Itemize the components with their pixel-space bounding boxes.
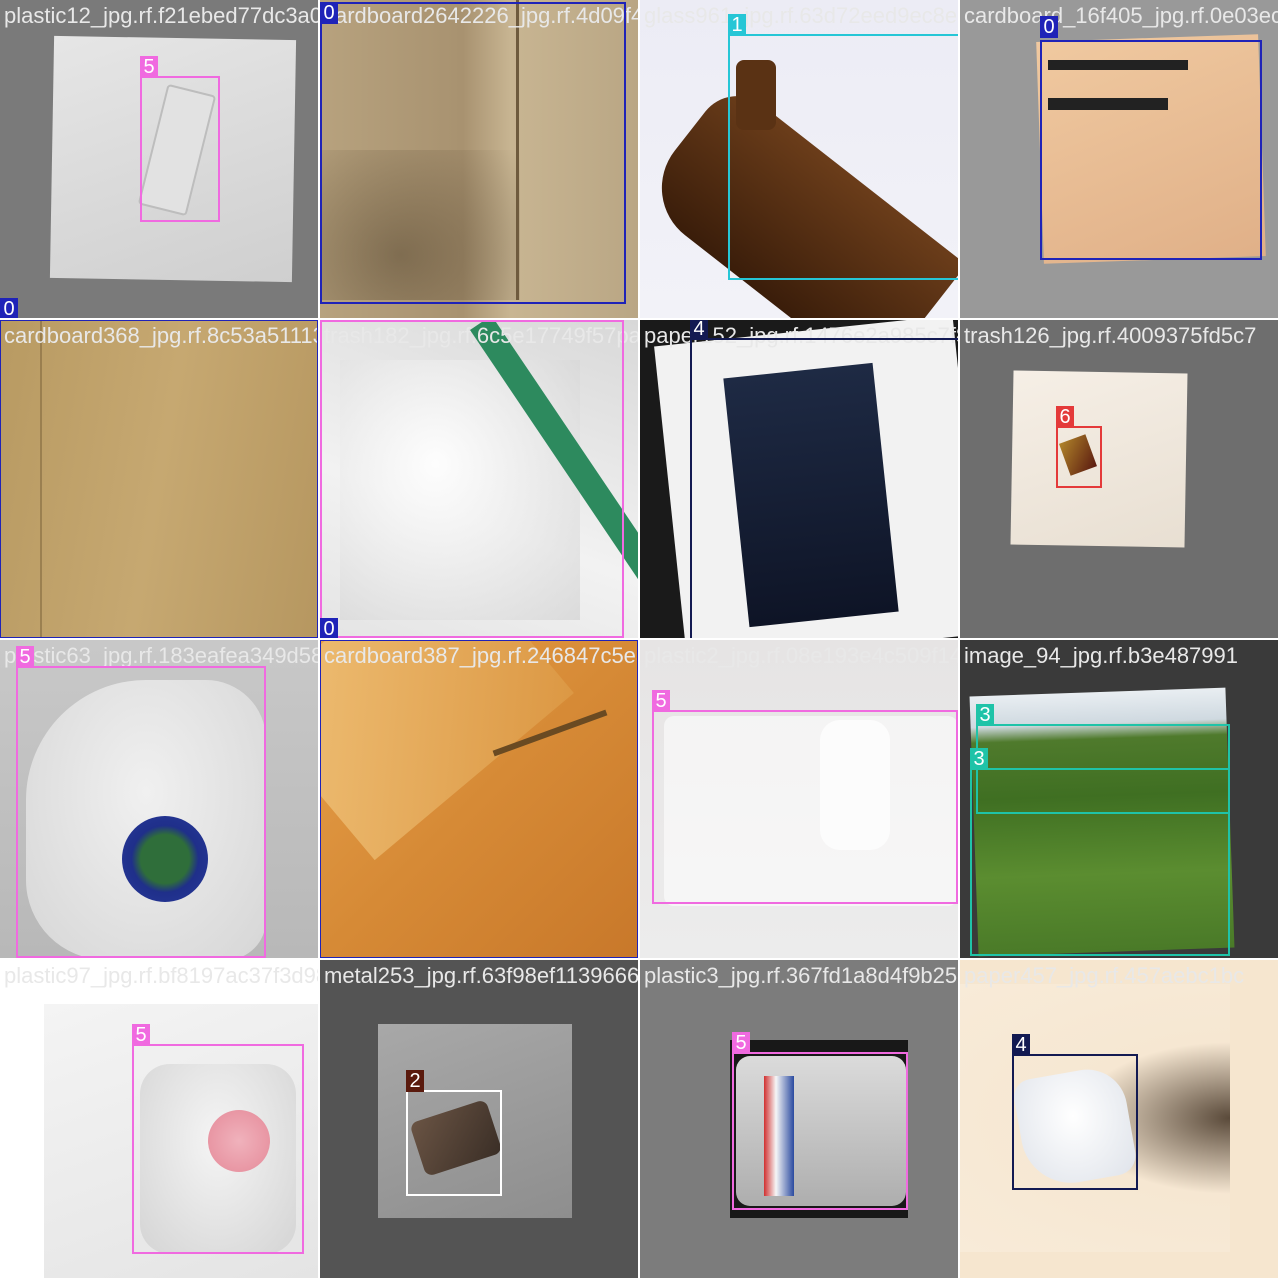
bbox-label: 5 xyxy=(652,690,670,712)
bbox-label: 0 xyxy=(320,640,337,641)
bbox-class-3: 3 xyxy=(970,748,1230,956)
bbox-label: 1 xyxy=(728,14,746,36)
bbox-class-0: 0 xyxy=(320,640,638,958)
bbox-label: 0 xyxy=(320,618,338,638)
tile-metal253: metal253_jpg.rf.63f98ef1139666f8d734c96 … xyxy=(320,960,638,1278)
grid-separator xyxy=(958,0,960,1280)
bbox-label: 6 xyxy=(1056,406,1074,428)
bbox-class-5: 5 xyxy=(732,1032,908,1210)
tile-paper457: paper457_jpg.rf.457aebc1bc 4 xyxy=(960,960,1278,1278)
tile-cardboard387: cardboard387_jpg.rf.246847c5e3d9c72f08 0 xyxy=(320,640,638,958)
bbox-label: 3 xyxy=(976,704,994,726)
bbox-label: 3 xyxy=(970,748,988,770)
tile-cardboard368: cardboard368_jpg.rf.8c53a51113110230938f… xyxy=(0,320,318,638)
bbox-label: 0 xyxy=(320,2,338,24)
tile-paper152: paper152_jpg.rf.1476e2a985c7f87f1221f321… xyxy=(640,320,958,638)
bbox-label: 0 xyxy=(1040,16,1058,38)
tile-cardboard2642226: cardboard2642226_jpg.rf.4d09f4a9c5e9cccb… xyxy=(320,0,638,318)
tile-image94: image_94_jpg.rf.b3e487991 3 3 xyxy=(960,640,1278,958)
bbox-class-5: 5 xyxy=(16,646,266,958)
tile-plastic2: plastic2_jpg.rf.08e193e4c509f148c541i2 5 xyxy=(640,640,958,958)
bbox-class-4: 4 xyxy=(1012,1034,1138,1190)
bbox-class-1: 1 xyxy=(728,14,958,280)
bbox-class-5: 5 xyxy=(140,56,220,222)
bbox-class-5: 5 xyxy=(132,1024,304,1254)
bbox-label: 5 xyxy=(16,646,34,668)
tile-plastic97: plastic97_jpg.rf.bf8197ac37f3d98587536b1… xyxy=(0,960,318,1278)
grid-separator xyxy=(318,0,320,1280)
image-mosaic: plastic12_jpg.rf.f21ebed77dc3a0f0bd8a4d2… xyxy=(0,0,1280,1280)
tile-plastic3: plastic3_jpg.rf.367fd1a8d4f9b253767595f … xyxy=(640,960,958,1278)
bbox-label: 5 xyxy=(140,56,158,78)
tile-trash182: trash182_jpg.rf.6c5e17749f57pape4f32_jpg… xyxy=(320,320,638,638)
grid-separator xyxy=(0,958,1280,960)
bbox-class-5: 5 xyxy=(652,690,958,904)
bbox-outline xyxy=(0,320,318,638)
bbox-label: 2 xyxy=(406,1070,424,1092)
bbox-label: 4 xyxy=(690,320,708,340)
bbox-label: 5 xyxy=(732,1032,750,1054)
tile-glass961: glass961_jpg.rf.63d72eed9ec8edbd_16f405 … xyxy=(640,0,958,318)
bbox-label: 5 xyxy=(132,1024,150,1046)
tile-trash126: trash126_jpg.rf.4009375fd5c7 6 xyxy=(960,320,1278,638)
bbox-class-6: 6 xyxy=(1056,406,1102,488)
tile-plastic63: plastic63_jpg.rf.183eafea349d58f88ccbd33… xyxy=(0,640,318,958)
bbox-class-2: 2 xyxy=(406,1070,502,1196)
tile-plastic12: plastic12_jpg.rf.f21ebed77dc3a0f0bd8a4d2… xyxy=(0,0,318,318)
bbox-class-0: 0 xyxy=(320,2,626,304)
bbox-class-5: 5 xyxy=(320,320,624,638)
grid-separator xyxy=(638,0,640,1280)
tile-cardboard16f405: cardboard_16f405_jpg.rf.0e03ec 0 xyxy=(960,0,1278,318)
grid-separator xyxy=(0,318,1280,320)
bbox-class-0: 0 xyxy=(1040,16,1262,260)
grid-separator xyxy=(0,638,1280,640)
bbox-class-4: 4 xyxy=(690,320,958,638)
bbox-label: 4 xyxy=(1012,1034,1030,1056)
bbox-label: 0 xyxy=(0,298,18,318)
